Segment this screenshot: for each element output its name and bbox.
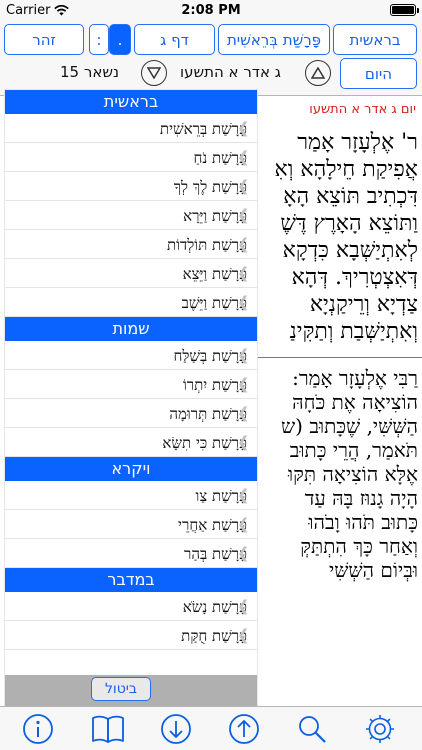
text-line: דְּאִצְטְרִיךְ. דְּהָא	[291, 265, 418, 290]
section-header-shemot: שמות	[5, 317, 257, 341]
text-line: ר' אֶלְעָזָר אָמַר	[297, 130, 418, 155]
clock: 2:08 PM	[181, 3, 241, 18]
text-line: אֶלָּא הוֹצִיאָה תִּקּוּ	[288, 462, 418, 486]
text-line: צַדְיָא וְרֵיקַנְיָא	[309, 292, 418, 317]
text-date-heading: יום ג אדר א התשעו	[309, 102, 416, 117]
menu-footer: ביטול	[5, 675, 257, 706]
list-item[interactable]: פָּרָשַׁת כִּי תִשָּׂא ❯	[5, 428, 257, 457]
settings-button[interactable]	[362, 711, 398, 747]
chevron-right-icon: ❯	[237, 264, 250, 282]
text-line: אֲפִיקַת חֵילָהָא וְאִ	[274, 157, 418, 182]
chevron-right-icon: ❯	[237, 148, 250, 166]
arrow-down-circle-icon	[161, 714, 191, 744]
list-item[interactable]: פָּרָשַׁת יִתְרוֹ ❯	[5, 370, 257, 399]
text-line: וַתּוֹצֵא הָאָרֶץ דֶּשֶׁ	[280, 211, 418, 236]
list-item-label: פָּרָשַׁת תְּרוּמָה	[169, 405, 247, 423]
section-header-bamidbar: במדבר	[5, 568, 257, 592]
list-item[interactable]: פָּרָשַׁת בְּשַׁלַּח ❯	[5, 341, 257, 370]
chevron-right-icon: ❯	[237, 597, 250, 615]
aramaic-text: ר' אֶלְעָזָר אָמַר אֲפִיקַת חֵילָהָא וְא…	[257, 129, 422, 345]
zohar-button[interactable]: זהר	[4, 24, 84, 55]
daf-select-button[interactable]: דף ג	[134, 24, 215, 55]
chevron-right-icon: ❯	[237, 346, 250, 364]
chevron-right-icon: ❯	[237, 293, 250, 311]
today-button[interactable]: היום	[340, 58, 417, 89]
chevron-right-icon: ❯	[237, 177, 250, 195]
info-icon	[23, 714, 53, 744]
chevron-right-icon: ❯	[237, 626, 250, 644]
text-line: הַשְּׁשִּׁי, שֶׁכָּתוּב (ש	[281, 414, 418, 438]
list-item[interactable]: פָּרָשַׁת בְּרֵאשִׁית ❯	[5, 114, 257, 143]
text-line: וְאַחַר כָּךְ הִתְתַּקְּ	[300, 534, 418, 558]
bottom-toolbar	[0, 706, 422, 750]
list-item[interactable]: פָּרָשַׁת תְּרוּמָה ❯	[5, 399, 257, 428]
parsha-menu[interactable]: בראשית פָּרָשַׁת בְּרֵאשִׁית ❯ פָּרָשַׁת …	[5, 90, 257, 705]
chevron-right-icon: ❯	[237, 375, 250, 393]
list-item-label: פָּרָשַׁת כִּי תִשָּׂא	[162, 434, 247, 452]
list-item[interactable]: פָּרָשַׁת בְּהַר ❯	[5, 539, 257, 568]
section-header-vayikra: ויקרא	[5, 457, 257, 481]
list-item[interactable]: פָּרָשַׁת חֻקַּת ❯	[5, 621, 257, 650]
list-item[interactable]: פָּרָשַׁת לֶךְ לְךָ ❯	[5, 172, 257, 201]
list-item-label: פָּרָשַׁת לֶךְ לְךָ	[173, 178, 247, 196]
info-button[interactable]	[20, 711, 56, 747]
next-day-button[interactable]	[141, 60, 167, 86]
list-item[interactable]: פָּרָשַׁת וַיֵּרָא ❯	[5, 201, 257, 230]
section-header-bereshit: בראשית	[5, 90, 257, 114]
chevron-right-icon: ❯	[237, 235, 250, 253]
list-item-label: פָּרָשַׁת בְּשַׁלַּח	[173, 347, 247, 365]
list-item[interactable]: פָּרָשַׁת צַו ❯	[5, 481, 257, 510]
top-toolbar: בראשית פָּרָשַׁת בְּרֵאשִׁית דף ג . : זה…	[0, 20, 422, 96]
search-button[interactable]	[294, 711, 330, 747]
hebrew-translation-text: רַבִּי אֶלְעָזָר אָמַר: הוֹצִיאָה אֶת כֹ…	[257, 366, 422, 582]
text-line: הָיָה גָנוּז בָּהּ עַד	[304, 486, 418, 510]
list-item[interactable]: פָּרָשַׁת אַחֲרֵי ❯	[5, 510, 257, 539]
previous-day-button[interactable]	[305, 60, 331, 86]
chevron-right-icon: ❯	[237, 515, 250, 533]
list-item[interactable]: פָּרָשַׁת נֹחַ ❯	[5, 143, 257, 172]
text-line: וּבְּיוֹם הַשְּׁשִּׁי	[328, 558, 418, 582]
battery-icon	[390, 4, 419, 16]
arrow-up-circle-icon	[229, 714, 259, 744]
triangle-up-icon	[311, 67, 325, 79]
chevron-right-icon: ❯	[237, 119, 250, 137]
parsha-select-button[interactable]: פָּרָשַׁת בְּרֵאשִׁית	[218, 24, 330, 55]
amud-a-button[interactable]: :	[89, 24, 109, 55]
text-line: תֹּאמַר, הֲרֵי כָּתוּב	[289, 438, 418, 462]
text-line: הוֹצִיאָה אֶת כֹּחָהּ	[292, 390, 418, 414]
chevron-right-icon: ❯	[237, 544, 250, 562]
chevron-right-icon: ❯	[237, 404, 250, 422]
book-select-button[interactable]: בראשית	[333, 24, 417, 55]
scroll-up-button[interactable]	[226, 711, 262, 747]
list-item[interactable]: פָּרָשַׁת וַיֵּשֶׁב ❯	[5, 288, 257, 317]
text-line: וְאִתְיַשְּׁבַת וְתַקִּינַ	[289, 319, 418, 344]
text-line: רַבִּי אֶלְעָזָר אָמַר:	[292, 366, 418, 390]
status-bar: Carrier 2:08 PM	[0, 0, 422, 20]
book-button[interactable]	[90, 711, 126, 747]
scroll-down-button[interactable]	[158, 711, 194, 747]
text-line: לְאִתְיַשְּׁבָא כִּדְקָא	[282, 238, 418, 263]
chevron-right-icon: ❯	[237, 206, 250, 224]
list-item[interactable]: פָּרָשַׁת נָשֹׂא ❯	[5, 592, 257, 621]
translation-divider	[257, 357, 422, 358]
remaining-count-label: נשאר 15	[60, 63, 119, 81]
list-item[interactable]: פָּרָשַׁת וַיֵּצֵא ❯	[5, 259, 257, 288]
zohar-text-pane[interactable]: יום ג אדר א התשעו ר' אֶלְעָזָר אָמַר אֲפ…	[257, 96, 422, 706]
list-item[interactable]: פָּרָשַׁת תּוֹלְדוֹת ❯	[5, 230, 257, 259]
text-line: כָּתוּב תֹּהוּ וָבֹהוּ	[308, 510, 418, 534]
chevron-right-icon: ❯	[237, 433, 250, 451]
search-icon	[299, 716, 326, 743]
triangle-down-icon	[147, 67, 161, 79]
current-date-label: ג אדר א התשעו	[180, 63, 281, 81]
chevron-right-icon: ❯	[237, 486, 250, 504]
cancel-button[interactable]: ביטול	[91, 677, 151, 701]
gear-icon	[366, 715, 394, 743]
book-icon	[92, 715, 124, 743]
amud-b-button[interactable]: .	[109, 24, 131, 55]
list-item-label: פָּרָשַׁת תּוֹלְדוֹת	[167, 236, 247, 254]
list-item-label: פָּרָשַׁת בְּרֵאשִׁית	[159, 120, 247, 138]
text-line: דִּכְתִיב תּוֹצֵא הָאָ	[283, 184, 418, 209]
